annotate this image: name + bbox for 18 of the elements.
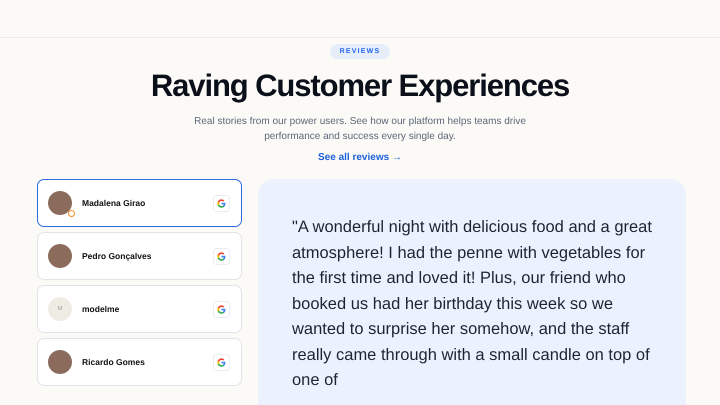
reviewer-card[interactable]: Ricardo Gomes [37, 338, 242, 386]
reviewer-card[interactable]: Pedro Gonçalves [37, 232, 242, 280]
avatar-photo-placeholder [48, 191, 72, 215]
avatar-photo-placeholder [48, 350, 72, 374]
reviewer-name: Ricardo Gomes [82, 357, 146, 367]
google-g-icon [213, 354, 230, 370]
google-g-icon [213, 248, 230, 264]
reviewer-name: modelme [82, 304, 120, 314]
section-heading: Raving Customer Experiences [150, 68, 570, 104]
google-g-icon [213, 194, 230, 212]
reviewer-name: Pedro Gonçalves [82, 251, 152, 261]
section-description: Real stories from our power users. See how our platform helps teams drive performance and success every single day. [193, 115, 527, 144]
google-g-icon [213, 300, 230, 318]
reviewer-name: Madalena Girao [82, 198, 146, 208]
review-quote: "A wonderful night with delicious food and a great atmosphere! I had the penne with vegetables for the first time and loved it! Plus, our friend who booked us had her birthday this week so we wanted to surprise her somehow, and the staff really came through with a small candle on top of one of [292, 217, 653, 391]
see-all-reviews-link[interactable]: See all reviews → [318, 152, 402, 163]
reviewer-card[interactable]: Madalena Girao [37, 179, 242, 227]
avatar-photo-placeholder [48, 244, 72, 268]
